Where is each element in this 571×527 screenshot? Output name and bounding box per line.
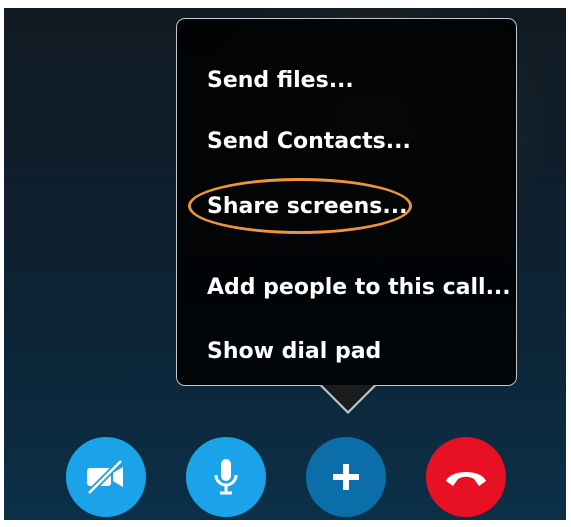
menu-item-add-people[interactable]: Add people to this call... bbox=[207, 268, 511, 308]
menu-pointer bbox=[322, 385, 374, 411]
hang-up-icon bbox=[443, 465, 489, 489]
microphone-button[interactable] bbox=[186, 437, 266, 517]
call-window: Send files... Send Contacts... Share scr… bbox=[4, 8, 566, 520]
plus-icon bbox=[331, 462, 361, 492]
add-button[interactable] bbox=[306, 437, 386, 517]
menu-item-share-screens[interactable]: Share screens... bbox=[207, 187, 407, 227]
menu-item-send-files[interactable]: Send files... bbox=[207, 61, 354, 101]
video-off-icon bbox=[83, 457, 129, 497]
microphone-icon bbox=[211, 456, 241, 498]
video-off-button[interactable] bbox=[66, 437, 146, 517]
end-call-button[interactable] bbox=[426, 437, 506, 517]
menu-item-show-dial-pad[interactable]: Show dial pad bbox=[207, 332, 381, 372]
more-options-menu: Send files... Send Contacts... Share scr… bbox=[176, 18, 517, 386]
menu-item-send-contacts[interactable]: Send Contacts... bbox=[207, 122, 411, 162]
